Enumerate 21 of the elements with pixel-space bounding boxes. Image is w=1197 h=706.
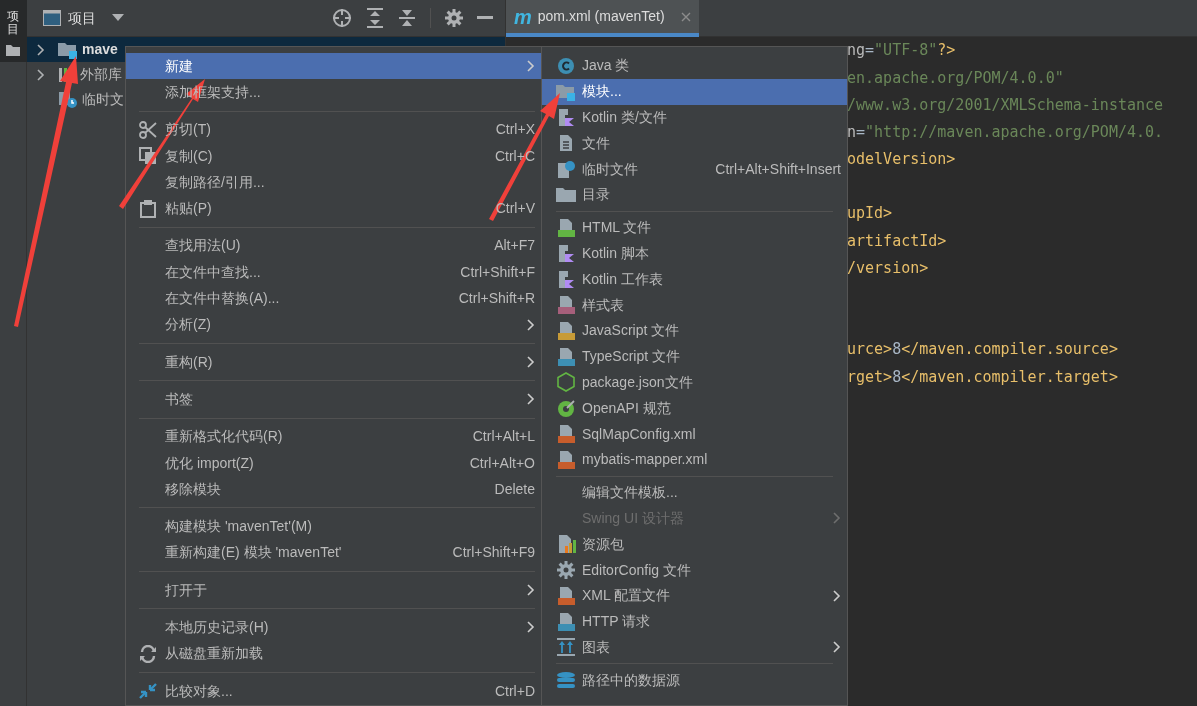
code-line: /www.w3.org/2001/XMLSchema-instance xyxy=(847,94,1164,116)
shortcut-label: Ctrl+Alt+L xyxy=(472,427,535,447)
code-line: urce>8</maven.compiler.source> xyxy=(847,339,1118,361)
shortcut-label: Alt+F7 xyxy=(494,236,535,256)
shortcut-label: Ctrl+Shift+F9 xyxy=(452,543,535,563)
code-line: en.apache.org/POM/4.0.0" xyxy=(847,67,1064,89)
code-line: rget>8</maven.compiler.target> xyxy=(847,366,1118,388)
code-line: /version> xyxy=(847,257,929,279)
code-line: odelVersion> xyxy=(847,149,956,171)
shortcut-label: Ctrl+Shift+F xyxy=(460,262,535,282)
code-line: upId> xyxy=(847,203,893,225)
shortcut-label: Ctrl+Alt+Shift+Insert xyxy=(715,159,841,179)
code-line: ng="UTF-8"?> xyxy=(847,40,956,62)
shortcut-label: Ctrl+Shift+R xyxy=(458,289,535,308)
shortcut-label: Ctrl+Alt+O xyxy=(469,453,535,473)
shortcut-label: Ctrl+D xyxy=(494,681,535,701)
file-type-glyph: m xyxy=(514,6,532,27)
code-line: artifactId> xyxy=(847,230,947,252)
code-line: n="http://maven.apache.org/POM/4.0. xyxy=(847,121,1164,143)
shortcut-label: Ctrl+X xyxy=(495,120,535,140)
shortcut-label: Delete xyxy=(494,479,535,499)
